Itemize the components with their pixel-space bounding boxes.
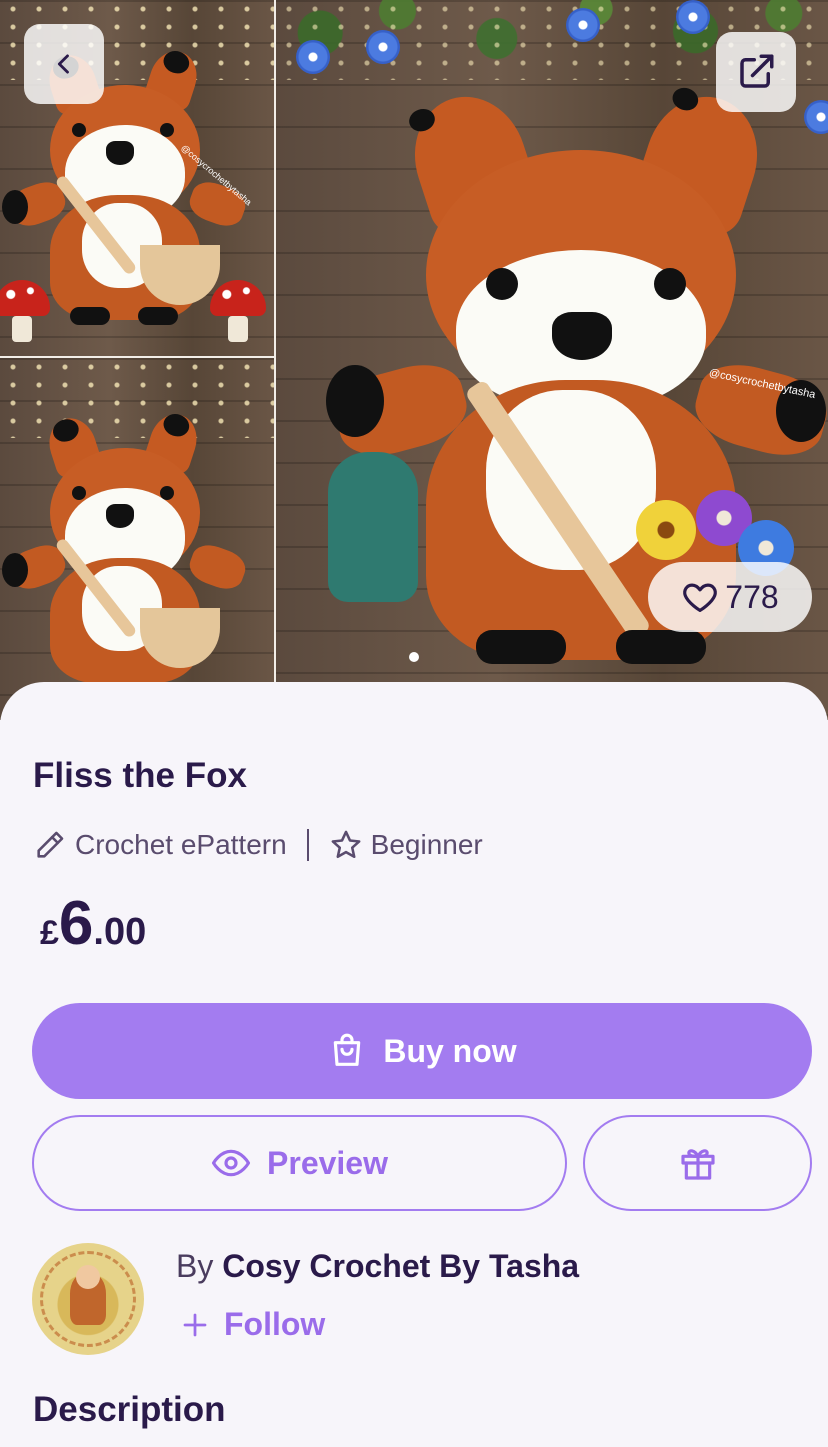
plus-icon xyxy=(183,1313,207,1336)
like-count: 778 xyxy=(725,578,779,615)
share-icon xyxy=(740,54,774,88)
like-button[interactable]: 778 xyxy=(648,562,812,632)
designer-avatar[interactable] xyxy=(32,1243,144,1355)
gallery-page-indicator xyxy=(409,652,419,662)
description-heading: Description xyxy=(33,1390,226,1429)
gallery-thumbnail-2 xyxy=(0,358,274,720)
follow-label: Follow xyxy=(224,1306,326,1342)
price-minor: .00 xyxy=(93,911,147,953)
designer-by-prefix: By xyxy=(176,1248,214,1284)
star-icon xyxy=(331,830,361,859)
product-meta: Crochet ePattern Beginner xyxy=(33,828,483,862)
designer-name[interactable]: Cosy Crochet By Tasha xyxy=(222,1248,579,1284)
pattern-type: Crochet ePattern xyxy=(33,828,287,862)
price: £ 6 .00 xyxy=(40,888,146,959)
price-major: 6 xyxy=(58,889,94,958)
back-icon xyxy=(57,54,69,74)
buy-now-label: Buy now xyxy=(383,1032,517,1069)
product-page: @cosycrochetbytasha @cosycrochetbytasha … xyxy=(0,0,828,1447)
shopping-bag-icon xyxy=(334,1033,361,1066)
difficulty-level: Beginner xyxy=(329,828,483,862)
product-details-card: Fliss the Fox Crochet ePattern Beginner … xyxy=(0,682,828,1447)
meta-divider xyxy=(306,829,309,861)
gift-button[interactable] xyxy=(583,1115,812,1211)
heart-icon xyxy=(683,583,718,613)
price-currency: £ xyxy=(40,914,59,952)
eye-icon xyxy=(211,1149,251,1177)
difficulty-label: Beginner xyxy=(370,829,483,860)
gift-icon xyxy=(680,1149,715,1180)
back-button[interactable] xyxy=(24,24,104,104)
pen-icon xyxy=(37,831,64,858)
follow-button[interactable]: Follow xyxy=(180,1306,325,1343)
preview-button[interactable]: Preview xyxy=(32,1115,567,1211)
preview-label: Preview xyxy=(267,1144,388,1181)
product-image-gallery[interactable]: @cosycrochetbytasha @cosycrochetbytasha … xyxy=(0,0,828,720)
buy-now-button[interactable]: Buy now xyxy=(32,1003,812,1099)
pattern-type-label: Crochet ePattern xyxy=(75,829,287,860)
share-button[interactable] xyxy=(716,32,796,112)
designer-byline: By Cosy Crochet By Tasha xyxy=(176,1248,579,1285)
gallery-dot-active xyxy=(409,652,419,662)
product-title: Fliss the Fox xyxy=(33,756,247,795)
